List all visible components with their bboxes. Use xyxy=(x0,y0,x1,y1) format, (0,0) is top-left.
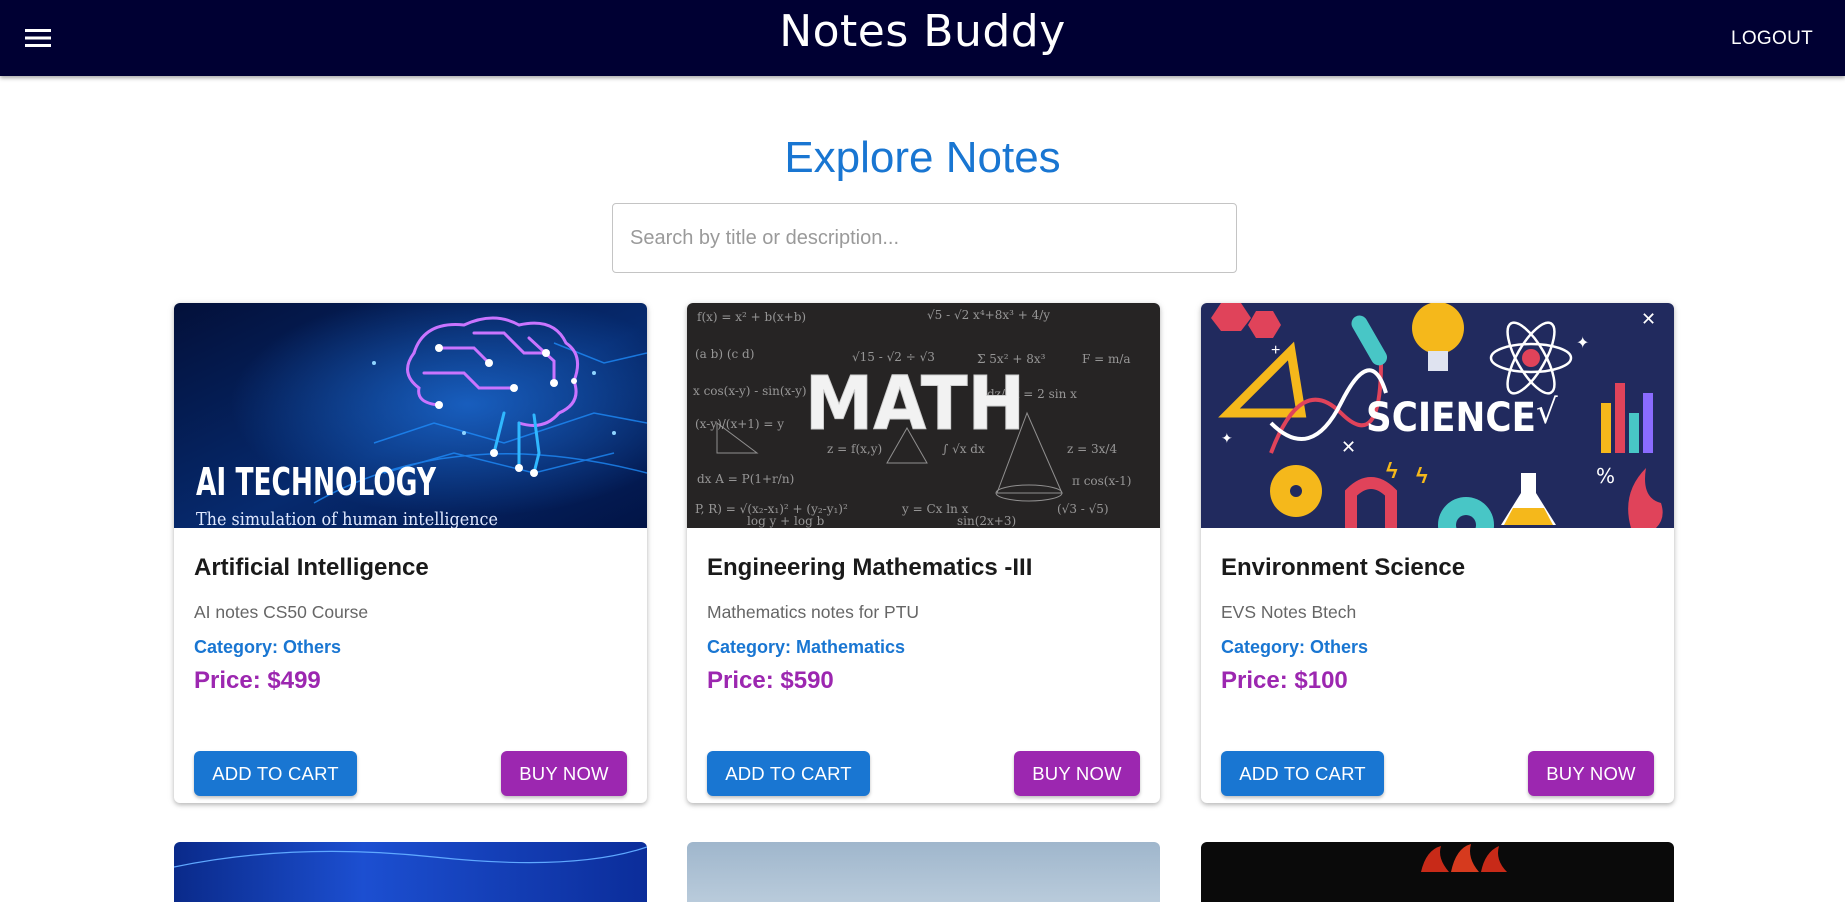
svg-text:(x-y)/(x+1) = y: (x-y)/(x+1) = y xyxy=(695,417,784,431)
search-field xyxy=(612,203,1237,273)
svg-text:sin(2x+3): sin(2x+3) xyxy=(957,514,1016,528)
note-card: AI TECHNOLOGY The simulation of human in… xyxy=(174,303,647,803)
category-label: Category: xyxy=(707,637,797,657)
svg-text:+: + xyxy=(1271,342,1280,359)
svg-text:ϟ: ϟ xyxy=(1386,458,1398,483)
svg-text:%: % xyxy=(1596,464,1615,488)
card-image: + ✕ ✦ ✕ ✦ ϟ ϟ % √ SCIENCE xyxy=(1201,303,1674,528)
card-description: EVS Notes Btech xyxy=(1221,602,1357,622)
category-value: Others xyxy=(283,637,342,657)
svg-text:✦: ✦ xyxy=(1576,335,1589,352)
buy-now-button[interactable]: BUY NOW xyxy=(501,751,627,796)
svg-text:z = 3x/4: z = 3x/4 xyxy=(1067,442,1117,456)
card-category: Category: Others xyxy=(194,637,341,658)
card-title: Engineering Mathematics -III xyxy=(707,554,1033,581)
svg-text:log y + log b: log y + log b xyxy=(747,514,825,528)
svg-text:✦: ✦ xyxy=(1221,430,1233,446)
category-value: Mathematics xyxy=(796,637,906,657)
svg-text:√: √ xyxy=(1536,392,1558,432)
card-description: AI notes CS50 Course xyxy=(194,602,369,622)
svg-text:✕: ✕ xyxy=(1341,437,1356,457)
buy-now-button[interactable]: BUY NOW xyxy=(1014,751,1140,796)
card-category: Category: Mathematics xyxy=(707,637,905,658)
card-title: Environment Science xyxy=(1221,554,1466,581)
card-price: Price: $590 xyxy=(707,667,834,694)
svg-text:x cos(x-y) - sin(x-y): x cos(x-y) - sin(x-y) xyxy=(693,384,807,398)
logout-button[interactable]: LOGOUT xyxy=(1723,22,1821,56)
card-title: Artificial Intelligence xyxy=(194,554,429,581)
app-bar: Notes Buddy LOGOUT xyxy=(0,0,1845,76)
svg-text:F = m/a: F = m/a xyxy=(1082,352,1131,366)
svg-text:π cos(x-1): π cos(x-1) xyxy=(1072,474,1131,488)
svg-text:dx A = P(1+r/n): dx A = P(1+r/n) xyxy=(697,472,794,486)
card-image-subtitle: The simulation of human intelligence xyxy=(196,509,498,528)
app-title: Notes Buddy xyxy=(779,6,1066,57)
note-card-partial[interactable] xyxy=(687,842,1160,902)
card-image-title: MATH xyxy=(805,361,1025,447)
card-price: Price: $499 xyxy=(194,667,321,694)
add-to-cart-button[interactable]: ADD TO CART xyxy=(194,751,357,796)
card-price: Price: $100 xyxy=(1221,667,1348,694)
card-image-title: SCIENCE xyxy=(1366,395,1536,441)
note-card-partial[interactable] xyxy=(1201,842,1674,902)
category-label: Category: xyxy=(194,637,284,657)
note-card-partial[interactable] xyxy=(174,842,647,902)
card-image: AI TECHNOLOGY The simulation of human in… xyxy=(174,303,647,528)
svg-text:(a b) (c d): (a b) (c d) xyxy=(695,347,754,361)
card-description: Mathematics notes for PTU xyxy=(707,602,920,622)
buy-now-button[interactable]: BUY NOW xyxy=(1528,751,1654,796)
svg-text:(√3 - √5): (√3 - √5) xyxy=(1057,502,1109,516)
card-image: f(x) = x² + b(x+b) √5 - √2 x⁴+8x³ + 4/y … xyxy=(687,303,1160,528)
svg-text:√5 - √2 x⁴+8x³ + 4/y: √5 - √2 x⁴+8x³ + 4/y xyxy=(927,308,1050,322)
note-card: + ✕ ✦ ✕ ✦ ϟ ϟ % √ SCIENCE Environment Sc… xyxy=(1201,303,1674,803)
category-label: Category: xyxy=(1221,637,1311,657)
svg-text:✕: ✕ xyxy=(1641,309,1656,329)
card-category: Category: Others xyxy=(1221,637,1368,658)
svg-text:f(x) = x² + b(x+b): f(x) = x² + b(x+b) xyxy=(697,310,806,324)
add-to-cart-button[interactable]: ADD TO CART xyxy=(707,751,870,796)
add-to-cart-button[interactable]: ADD TO CART xyxy=(1221,751,1384,796)
svg-text:ϟ: ϟ xyxy=(1416,463,1428,488)
search-input[interactable] xyxy=(613,204,1236,272)
card-image-title: AI TECHNOLOGY xyxy=(196,460,436,504)
category-value: Others xyxy=(1310,637,1369,657)
page-heading: Explore Notes xyxy=(784,133,1061,182)
note-card: f(x) = x² + b(x+b) √5 - √2 x⁴+8x³ + 4/y … xyxy=(687,303,1160,803)
